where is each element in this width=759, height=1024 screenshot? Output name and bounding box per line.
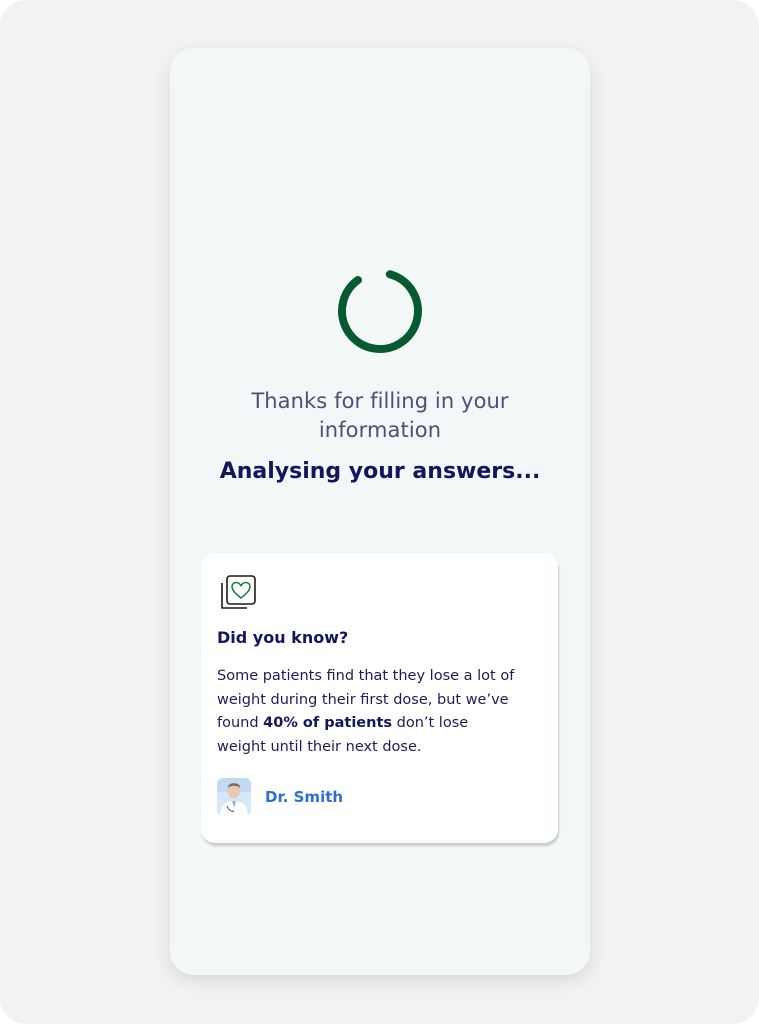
thanks-message: Thanks for filling in your information — [200, 387, 560, 445]
analysing-status: Analysing your answers... — [219, 459, 541, 484]
heart-cards-icon — [221, 575, 256, 609]
card-body-highlight: 40% of patients — [263, 715, 393, 731]
phone-screen: Thanks for filling in your information A… — [170, 48, 590, 975]
loading-spinner-icon — [338, 269, 422, 353]
doctor-avatar — [217, 778, 251, 816]
page-background: Thanks for filling in your information A… — [0, 0, 759, 1024]
author: Dr. Smith — [217, 778, 343, 816]
thanks-line-1: Thanks for filling in your — [251, 389, 509, 413]
thanks-line-2: information — [318, 418, 442, 442]
did-you-know-card: Did you know? Some patients find that th… — [201, 553, 558, 843]
card-title: Did you know? — [217, 628, 349, 647]
author-name[interactable]: Dr. Smith — [265, 788, 343, 806]
card-body: Some patients find that they lose a lot … — [217, 665, 517, 759]
